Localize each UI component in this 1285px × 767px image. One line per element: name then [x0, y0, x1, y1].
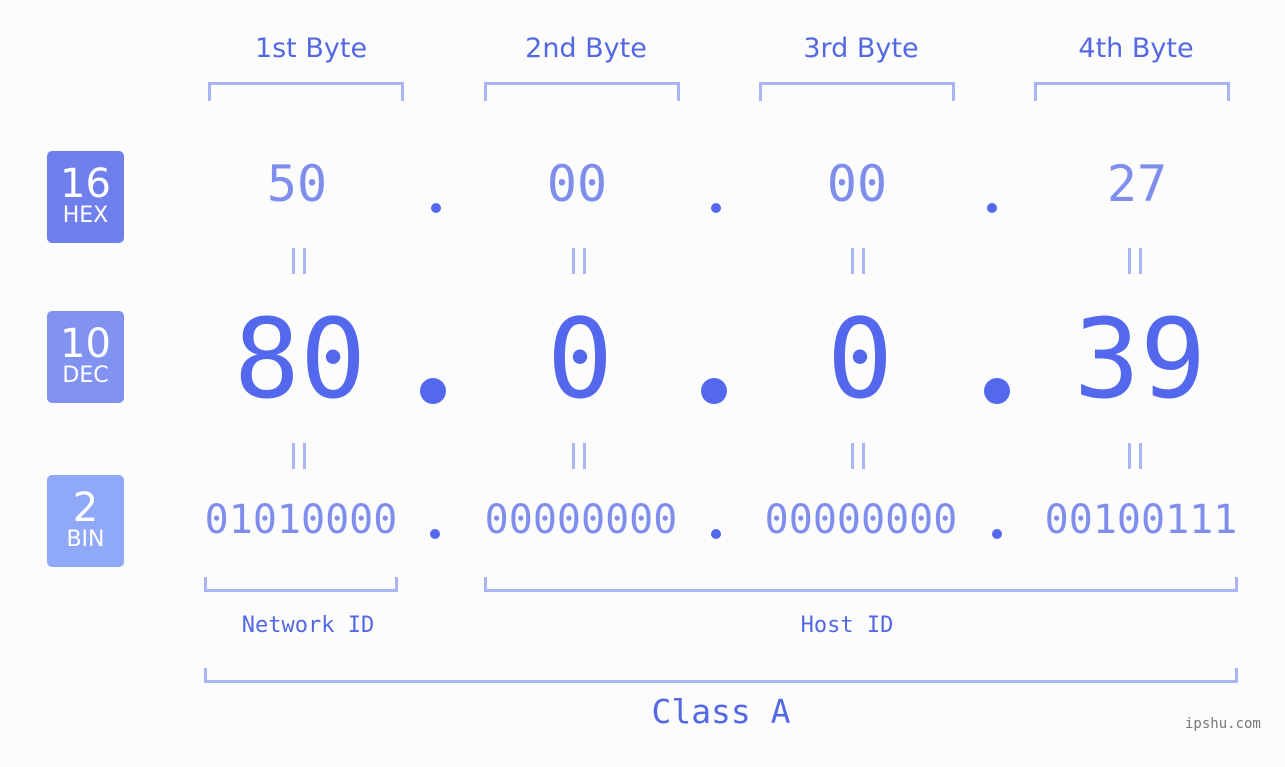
byte-1-label: 1st Byte	[254, 33, 368, 64]
equals-icon	[851, 443, 865, 469]
dec-dot-1	[420, 378, 446, 404]
class-label: Class A	[651, 692, 791, 731]
hex-label: HEX	[62, 203, 109, 228]
dec-byte-3: 0	[826, 295, 894, 423]
hex-badge: 16 HEX	[47, 151, 124, 243]
dec-dot-2	[701, 378, 727, 404]
equals-icon	[851, 248, 865, 274]
byte-3-bracket	[759, 82, 955, 101]
hex-dot-1	[431, 203, 441, 213]
hex-byte-4: 27	[1106, 155, 1168, 213]
dec-byte-1: 80	[233, 295, 367, 423]
dec-base: 10	[60, 321, 111, 367]
byte-2-label: 2nd Byte	[525, 33, 647, 64]
byte-3-label: 3rd Byte	[803, 33, 919, 64]
network-id-bracket	[204, 577, 398, 592]
equals-icon	[292, 443, 306, 469]
bin-dot-2	[711, 529, 721, 539]
bin-byte-2: 00000000	[484, 497, 678, 543]
hex-byte-2: 00	[546, 155, 608, 213]
byte-4-label: 4th Byte	[1078, 33, 1194, 64]
equals-icon	[572, 443, 586, 469]
bin-dot-3	[992, 529, 1002, 539]
hex-dot-2	[711, 203, 721, 213]
equals-icon	[292, 248, 306, 274]
hex-dot-3	[987, 203, 997, 213]
bin-byte-3: 00000000	[764, 497, 958, 543]
class-bracket	[204, 668, 1238, 683]
byte-4-bracket	[1034, 82, 1230, 101]
network-id-label: Network ID	[241, 613, 375, 638]
dec-byte-2: 0	[546, 295, 614, 423]
watermark: ipshu.com	[1185, 716, 1261, 732]
dec-label: DEC	[62, 363, 109, 388]
equals-icon	[1128, 443, 1142, 469]
host-id-label: Host ID	[800, 613, 894, 638]
bin-label: BIN	[66, 527, 105, 552]
host-id-bracket	[484, 577, 1238, 592]
byte-1-bracket	[208, 82, 404, 101]
equals-icon	[1128, 248, 1142, 274]
bin-base: 2	[72, 485, 99, 531]
bin-dot-1	[430, 529, 440, 539]
dec-byte-4: 39	[1073, 295, 1207, 423]
hex-byte-3: 00	[826, 155, 888, 213]
equals-icon	[572, 248, 586, 274]
byte-2-bracket	[484, 82, 680, 101]
hex-byte-1: 50	[266, 155, 328, 213]
bin-byte-4: 00100111	[1044, 497, 1238, 543]
hex-base: 16	[60, 161, 111, 207]
dec-dot-3	[984, 378, 1010, 404]
bin-badge: 2 BIN	[47, 475, 124, 567]
bin-byte-1: 01010000	[204, 497, 398, 543]
dec-badge: 10 DEC	[47, 311, 124, 403]
